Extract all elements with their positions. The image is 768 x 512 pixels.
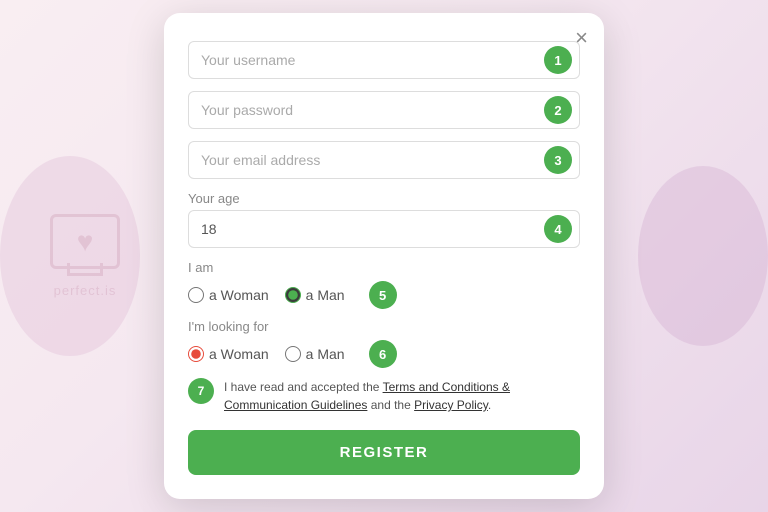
step-badge-1: 1: [544, 46, 572, 74]
register-button[interactable]: REGISTER: [188, 430, 580, 475]
i-am-man-option[interactable]: a Man: [285, 287, 345, 303]
username-input[interactable]: [188, 41, 580, 79]
watermark-text: perfect.is: [54, 283, 117, 298]
step-badge-2: 2: [544, 96, 572, 124]
looking-for-man-label: a Man: [306, 346, 345, 362]
looking-for-woman-radio[interactable]: [188, 346, 204, 362]
i-am-section: I am a Woman a Man 5: [188, 260, 580, 309]
looking-for-man-radio[interactable]: [285, 346, 301, 362]
watermark-monitor: ♥: [50, 214, 120, 269]
bg-shape-right: [638, 166, 768, 346]
i-am-woman-label: a Woman: [209, 287, 269, 303]
step-badge-4: 4: [544, 215, 572, 243]
username-row: 1: [188, 41, 580, 79]
looking-for-woman-option[interactable]: a Woman: [188, 346, 269, 362]
watermark: ♥ perfect.is: [50, 214, 120, 298]
i-am-label: I am: [188, 260, 580, 275]
privacy-link[interactable]: Privacy Policy: [414, 398, 488, 412]
step-badge-6: 6: [369, 340, 397, 368]
age-input-row: 4: [188, 210, 580, 248]
step-badge-5: 5: [369, 281, 397, 309]
registration-modal: × 1 2 3 Your age 4 I am a Woman a Man: [164, 13, 604, 499]
step-badge-7: 7: [188, 378, 214, 404]
looking-for-label: I'm looking for: [188, 319, 580, 334]
looking-for-options-row: a Woman a Man 6: [188, 340, 580, 368]
terms-text: I have read and accepted the Terms and C…: [224, 378, 580, 414]
step-badge-3: 3: [544, 146, 572, 174]
email-row: 3: [188, 141, 580, 179]
heart-icon: ♥: [77, 226, 94, 258]
terms-row: 7 I have read and accepted the Terms and…: [188, 378, 580, 414]
i-am-man-radio[interactable]: [285, 287, 301, 303]
password-input[interactable]: [188, 91, 580, 129]
email-input[interactable]: [188, 141, 580, 179]
looking-for-woman-label: a Woman: [209, 346, 269, 362]
age-label: Your age: [188, 191, 580, 206]
i-am-man-label: a Man: [306, 287, 345, 303]
i-am-woman-option[interactable]: a Woman: [188, 287, 269, 303]
password-row: 2: [188, 91, 580, 129]
age-input[interactable]: [188, 210, 580, 248]
looking-for-section: I'm looking for a Woman a Man 6: [188, 319, 580, 368]
age-row: Your age 4: [188, 191, 580, 248]
looking-for-man-option[interactable]: a Man: [285, 346, 345, 362]
i-am-options-row: a Woman a Man 5: [188, 281, 580, 309]
i-am-woman-radio[interactable]: [188, 287, 204, 303]
